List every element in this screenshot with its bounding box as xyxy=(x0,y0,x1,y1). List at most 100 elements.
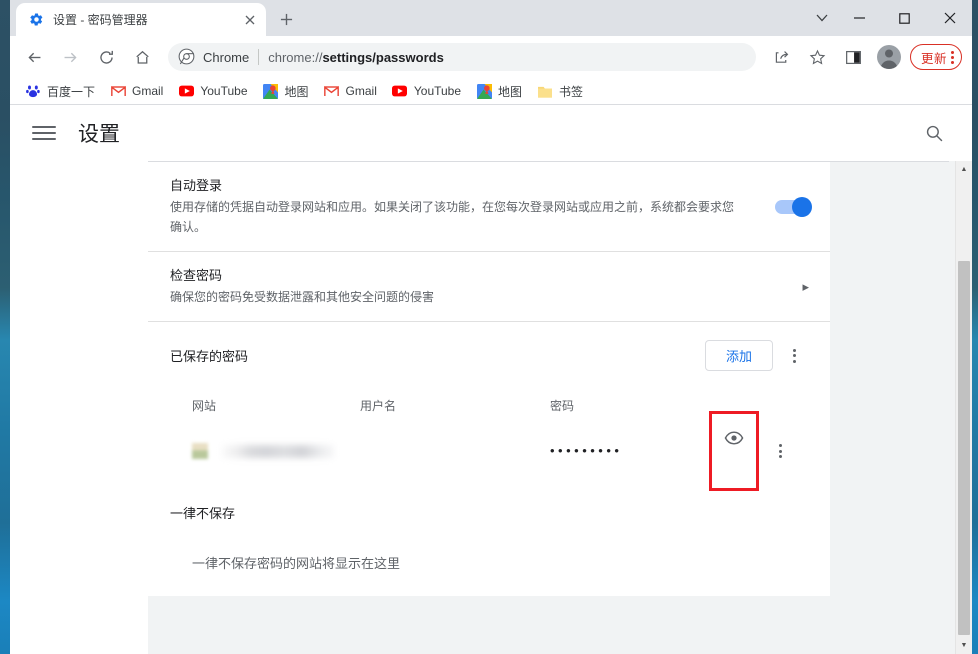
vertical-scrollbar[interactable]: ▲ ▼ xyxy=(955,161,972,654)
youtube-icon xyxy=(392,83,408,99)
bookmark-item[interactable]: 地图 xyxy=(256,80,316,102)
star-icon[interactable] xyxy=(803,42,833,72)
page-title: 设置 xyxy=(78,123,120,146)
bookmark-label: 百度一下 xyxy=(47,84,96,99)
bookmark-label: 书签 xyxy=(559,84,584,99)
bookmark-item[interactable]: Gmail xyxy=(103,80,170,102)
side-panel-icon[interactable] xyxy=(839,42,869,72)
show-password-highlight xyxy=(709,411,759,491)
saved-passwords-menu-icon[interactable] xyxy=(779,341,809,371)
youtube-icon xyxy=(178,83,194,99)
check-passwords-row[interactable]: 检查密码 确保您的密码免受数据泄露和其他安全问题的侵害 ▸ xyxy=(148,252,830,322)
back-icon[interactable] xyxy=(19,42,49,72)
chrome-icon xyxy=(178,48,196,66)
row-actions-cell xyxy=(697,411,809,491)
scroll-down-arrow-icon[interactable]: ▼ xyxy=(956,637,972,654)
three-dot-menu-icon[interactable] xyxy=(951,50,954,64)
never-saved-title: 一律不保存 xyxy=(170,506,236,521)
bookmark-item[interactable]: 地图 xyxy=(469,80,529,102)
bookmark-label: 地图 xyxy=(498,84,523,99)
gmail-icon xyxy=(324,83,340,99)
browser-tab-active[interactable]: 设置 - 密码管理器 xyxy=(16,3,266,36)
bookmark-item[interactable]: YouTube xyxy=(385,80,468,102)
bookmark-item[interactable]: YouTube xyxy=(171,80,254,102)
never-saved-empty-text: 一律不保存密码的网站将显示在这里 xyxy=(192,556,401,571)
new-tab-button[interactable] xyxy=(272,5,300,33)
website-value-redacted xyxy=(222,444,334,458)
bookmark-label: YouTube xyxy=(413,84,462,98)
bookmark-folder[interactable]: 书签 xyxy=(530,80,590,102)
hamburger-icon[interactable] xyxy=(32,121,56,145)
scroll-up-arrow-icon[interactable]: ▲ xyxy=(956,161,972,178)
home-icon[interactable] xyxy=(127,42,157,72)
omnibox-chrome-label: Chrome xyxy=(203,49,250,65)
gear-icon xyxy=(28,12,44,28)
check-passwords-text: 检查密码 确保您的密码免受数据泄露和其他安全问题的侵害 xyxy=(170,252,786,321)
site-favicon xyxy=(192,443,208,459)
table-row[interactable]: ••••••••• xyxy=(170,411,809,491)
bookmark-label: Gmail xyxy=(132,84,164,98)
column-header-username: 用户名 xyxy=(360,398,397,413)
browser-window: 设置 - 密码管理器 Chrome chrome://settings/pass… xyxy=(10,0,972,654)
update-button[interactable]: 更新 xyxy=(909,44,962,70)
column-header-password: 密码 xyxy=(550,398,575,413)
settings-header: 设置 xyxy=(10,105,972,161)
row-website-cell xyxy=(170,443,360,459)
toolbar-actions: 更新 xyxy=(764,42,966,72)
folder-icon xyxy=(537,83,553,99)
gmail-icon xyxy=(110,83,126,99)
bookmark-item[interactable]: Gmail xyxy=(317,80,384,102)
scrollbar-thumb[interactable] xyxy=(958,261,970,635)
settings-content: 自动登录 使用存储的凭据自动登录网站和应用。如果关闭了该功能，在您每次登录网站或… xyxy=(148,161,972,654)
tab-title: 设置 - 密码管理器 xyxy=(53,13,148,27)
auto-signin-title: 自动登录 xyxy=(170,178,223,193)
bookmark-label: Gmail xyxy=(345,84,377,98)
reload-icon[interactable] xyxy=(91,42,121,72)
bookmark-label: YouTube xyxy=(200,84,248,98)
add-password-button[interactable]: 添加 xyxy=(704,340,773,371)
row-menu-icon[interactable] xyxy=(765,436,795,466)
maximize-button[interactable] xyxy=(882,0,927,36)
auto-signin-description: 使用存储的凭据自动登录网站和应用。如果关闭了该功能，在您每次登录网站或应用之前，… xyxy=(170,200,735,234)
maps-icon xyxy=(476,83,492,99)
settings-body: 自动登录 使用存储的凭据自动登录网站和应用。如果关闭了该功能，在您每次登录网站或… xyxy=(10,161,972,654)
saved-passwords-title: 已保存的密码 xyxy=(170,349,249,364)
column-header-website: 网站 xyxy=(192,398,217,413)
bookmark-label: 地图 xyxy=(284,84,309,99)
url-prefix: chrome:// xyxy=(268,49,323,65)
auto-signin-toggle[interactable] xyxy=(775,196,812,217)
share-icon[interactable] xyxy=(767,42,797,72)
profile-avatar[interactable] xyxy=(876,45,901,69)
eye-icon[interactable] xyxy=(722,426,746,450)
chevron-down-icon[interactable] xyxy=(807,3,837,33)
search-icon[interactable] xyxy=(918,117,950,149)
omnibox-separator xyxy=(258,49,260,65)
passwords-table: 网站 用户名 密码 ••••••••• xyxy=(148,387,830,491)
auto-signin-text: 自动登录 使用存储的凭据自动登录网站和应用。如果关闭了该功能，在您每次登录网站或… xyxy=(170,162,759,251)
close-window-button[interactable] xyxy=(927,0,972,36)
bookmark-item[interactable]: 百度一下 xyxy=(18,80,102,102)
bookmarks-bar: 百度一下 Gmail YouTube 地图 Gmail YouTube 地图 书… xyxy=(10,78,972,105)
url-path: settings/passwords xyxy=(322,49,444,65)
maps-icon xyxy=(263,83,279,99)
saved-passwords-header: 已保存的密码 添加 xyxy=(148,322,830,387)
password-mask: ••••••••• xyxy=(550,443,623,458)
auto-signin-row[interactable]: 自动登录 使用存储的凭据自动登录网站和应用。如果关闭了该功能，在您每次登录网站或… xyxy=(148,162,830,252)
address-bar[interactable]: Chrome chrome://settings/passwords xyxy=(168,43,756,71)
omnibox-url[interactable]: chrome://settings/passwords xyxy=(268,50,746,65)
row-password-cell: ••••••••• xyxy=(550,442,697,460)
chevron-right-icon[interactable]: ▸ xyxy=(802,279,809,295)
passwords-card: 自动登录 使用存储的凭据自动登录网站和应用。如果关闭了该功能，在您每次登录网站或… xyxy=(148,162,830,596)
settings-sidebar xyxy=(10,161,148,654)
check-passwords-description: 确保您的密码免受数据泄露和其他安全问题的侵害 xyxy=(170,290,435,304)
browser-toolbar: Chrome chrome://settings/passwords 更新 xyxy=(10,36,972,78)
close-icon[interactable] xyxy=(241,11,258,28)
check-passwords-title: 检查密码 xyxy=(170,268,223,283)
baidu-icon xyxy=(25,83,41,99)
forward-icon[interactable] xyxy=(55,42,85,72)
settings-page: 设置 自动登录 使用存储的凭据自动登录网站和应用。如果关闭了该功能，在您每次登录… xyxy=(10,105,972,654)
minimize-button[interactable] xyxy=(837,0,882,36)
update-label: 更新 xyxy=(920,51,947,66)
window-controls xyxy=(807,0,972,36)
tab-strip: 设置 - 密码管理器 xyxy=(10,0,972,36)
